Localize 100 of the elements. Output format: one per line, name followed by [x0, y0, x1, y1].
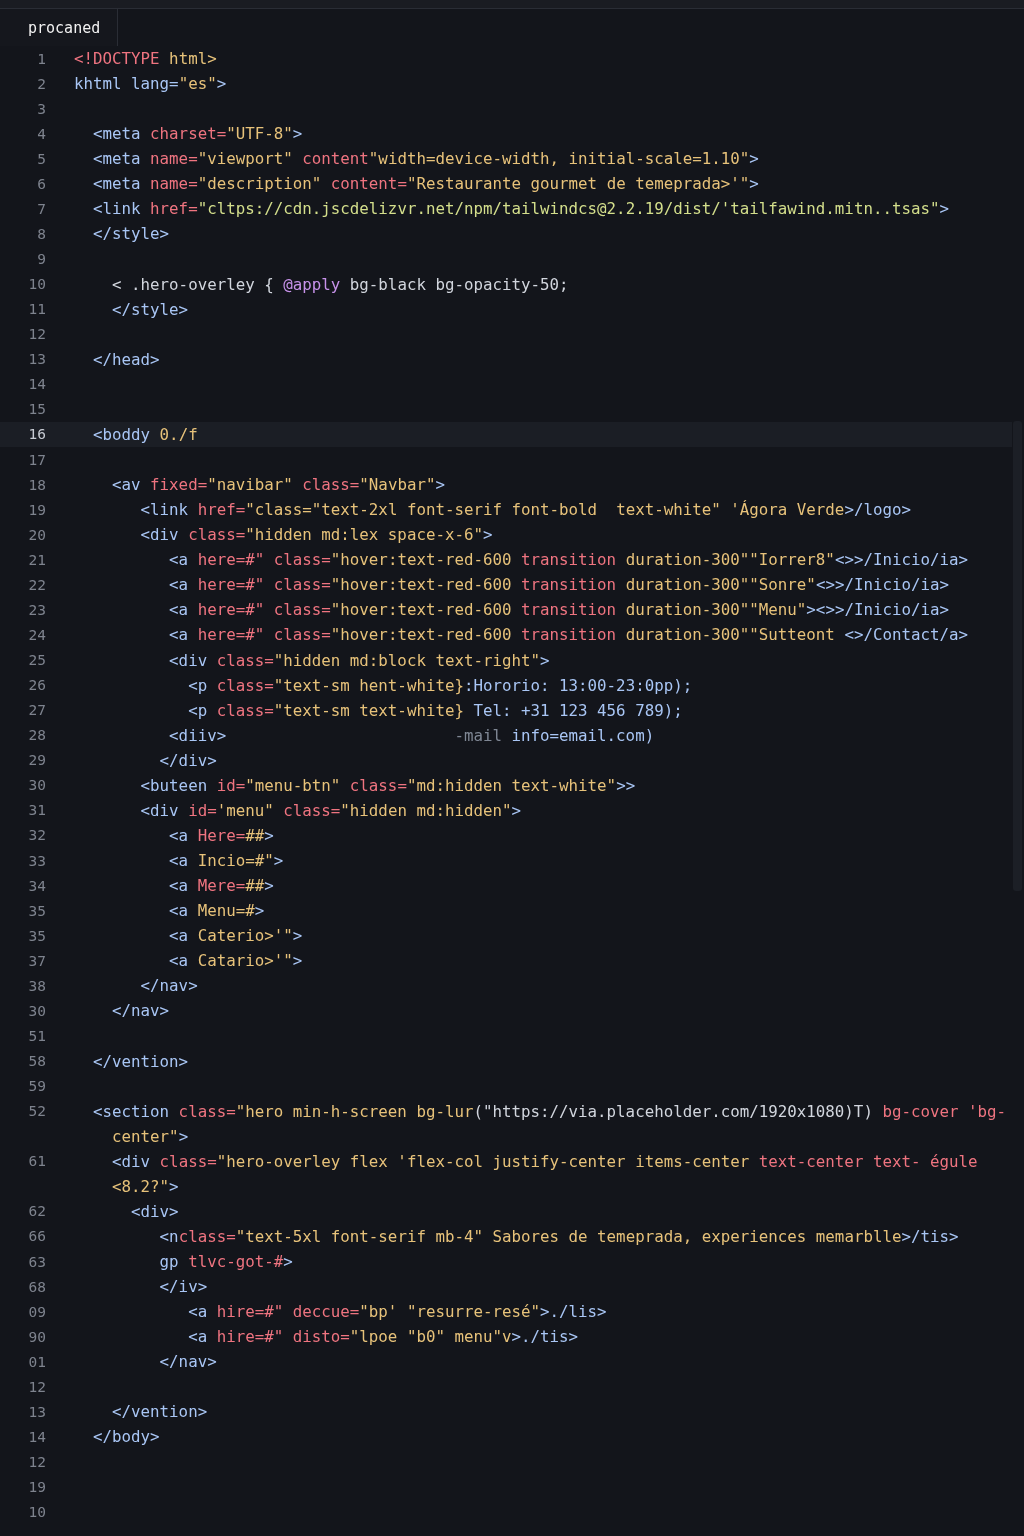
line-number: 11 — [28, 301, 46, 318]
code-line: <a hire=#" deccue="bp' "resurre-resé">./lis> — [187, 1302, 607, 1322]
code-line: <div class="hidden md:lex space-x-6"> — [139, 525, 493, 545]
line-number: 32 — [28, 827, 46, 844]
code-line: < .hero-overley { @apply bg-black bg-opacity-50; — [111, 274, 569, 294]
line-number: 16 — [28, 426, 46, 443]
line-number: 10 — [28, 276, 46, 293]
line-number: 62 — [28, 1203, 46, 1220]
line-number: 5 — [37, 150, 46, 167]
code-line: <a Mere=##> — [168, 876, 274, 896]
code-line: <meta charset="UTF-8"> — [92, 124, 303, 144]
code-line: <meta name="description" content="Restaurante gourmet de temeprada>'"> — [92, 174, 759, 194]
line-number: 90 — [28, 1328, 46, 1345]
line-number: 12 — [28, 1378, 46, 1395]
code-line: <a here=#" class="hover:text-red-600 transition duration-300""Iorrer8"<>>/Inicio/ia> — [168, 550, 969, 570]
line-number: 10 — [28, 1504, 46, 1521]
line-number: 31 — [28, 802, 46, 819]
code-line: <a Caterio>'"> — [168, 926, 303, 946]
code-line: <a Menu=#> — [168, 901, 265, 921]
code-line: </nav> — [139, 976, 198, 996]
line-number: 29 — [28, 752, 46, 769]
line-number: 30 — [28, 777, 46, 794]
line-number: 27 — [28, 702, 46, 719]
code-line: <p class="text-sm hent-white}:Hororio: 13:00-23:0pp); — [187, 675, 693, 695]
code-line: <link href="cltps://cdn.jscdelizvr.net/npm/tailwindcs@2.2.19/dist/'tailfawind.mitn..tsas"> — [92, 199, 949, 219]
code-line: <diiv> -mail info=email.com) — [168, 725, 655, 745]
line-number: 19 — [28, 1479, 46, 1496]
code-line: <a Catario>'"> — [168, 951, 303, 971]
code-line: </style> — [111, 299, 189, 319]
code-line: </vention> — [92, 1051, 189, 1071]
line-number: 35 — [28, 902, 46, 919]
code-line: </body> — [92, 1427, 160, 1447]
line-number: 13 — [28, 351, 46, 368]
line-number: 51 — [28, 1027, 46, 1044]
code-line: <a here=#" class="hover:text-red-600 transition duration-300""Sonre"<>>/Inicio/ia> — [168, 575, 950, 595]
line-number: 01 — [28, 1353, 46, 1370]
line-number: 33 — [28, 852, 46, 869]
line-number: 4 — [37, 125, 46, 142]
code-line: <8.2?"> — [111, 1176, 179, 1196]
code-line: <div class="hidden md:block text-right"> — [168, 650, 550, 670]
line-number: 21 — [28, 551, 46, 568]
line-number: 66 — [28, 1228, 46, 1245]
line-number: 8 — [37, 225, 46, 242]
line-number: 12 — [28, 1454, 46, 1471]
code-line: </iv> — [158, 1277, 208, 1297]
line-number: 61 — [28, 1153, 46, 1170]
code-line: <div> — [130, 1201, 179, 1221]
code-line: <boddy 0./f — [92, 424, 198, 444]
code-line: <a Incio=#"> — [168, 851, 284, 871]
code-line: <div id='menu" class="hidden md:hidden"> — [139, 800, 522, 820]
line-number: 24 — [28, 626, 46, 643]
code-line: <!DOCTYPE html> — [74, 49, 217, 69]
line-number: 37 — [28, 952, 46, 969]
code-line: gp tlvc-got-#> — [158, 1252, 293, 1272]
line-number: 1 — [37, 50, 46, 67]
line-number: 38 — [28, 977, 46, 994]
code-line: <section class="hero min-h-screen bg-lur("https://via.placeholder.com/1920x1080)T) bg-cover 'bg- — [92, 1101, 1007, 1121]
line-number: 13 — [28, 1403, 46, 1420]
code-line: </nav> — [158, 1352, 217, 1372]
line-number: 68 — [28, 1278, 46, 1295]
line-number: 7 — [37, 200, 46, 217]
line-number: 20 — [28, 526, 46, 543]
code-line: <a Here=##> — [168, 825, 274, 845]
line-number: 52 — [28, 1103, 46, 1120]
line-number: 12 — [28, 326, 46, 343]
line-number: 35 — [28, 927, 46, 944]
code-line: <a here=#" class="hover:text-red-600 transition duration-300""Sutteont <>/Contact/a> — [168, 625, 969, 645]
line-number: 17 — [28, 451, 46, 468]
code-line: <buteen id="menu-btn" class="md:hidden text-white">> — [139, 775, 636, 795]
line-number: 28 — [28, 727, 46, 744]
line-number: 58 — [28, 1053, 46, 1070]
code-line: <p class="text-sm text-white} Tel: +31 123 456 789); — [187, 700, 683, 720]
line-number: 9 — [37, 251, 46, 268]
line-number: 23 — [28, 601, 46, 618]
code-line: center"> — [111, 1126, 189, 1146]
code-line: <nclass="text-5xl font-serif mb-4" Sabores de temeprada, experiences memarblle>/tis> — [158, 1226, 959, 1246]
code-line: <meta name="viewport" content"width=device-width, initial-scale=1.10"> — [92, 149, 759, 169]
line-number: 30 — [28, 1002, 46, 1019]
code-line: </style> — [92, 224, 170, 244]
code-line: <link href="class="text-2xl font-serif font-bold text-white" 'Ágora Verde>/logo> — [139, 500, 911, 520]
code-line: </nav> — [111, 1001, 170, 1021]
line-number: 63 — [28, 1253, 46, 1270]
line-number: 6 — [37, 175, 46, 192]
line-number: 34 — [28, 877, 46, 894]
line-number: 3 — [37, 100, 46, 117]
line-number: 15 — [28, 401, 46, 418]
code-line: </div> — [158, 750, 217, 770]
code-line: </vention> — [111, 1402, 208, 1422]
code-line: <av fixed="navibar" class="Navbar"> — [111, 475, 445, 495]
line-number: 25 — [28, 652, 46, 669]
code-line: khtml lang="es"> — [74, 74, 227, 94]
line-number: 2 — [37, 75, 46, 92]
code-line: </head> — [92, 349, 160, 369]
code-line: <a hire=#" disto="lpoe "b0" menu"v>./tis> — [187, 1327, 579, 1347]
line-number: 22 — [28, 576, 46, 593]
code-line: <a here=#" class="hover:text-red-600 transition duration-300""Menu"><>>/Inicio/ia> — [168, 600, 950, 620]
line-number: 59 — [28, 1078, 46, 1095]
line-number: 18 — [28, 476, 46, 493]
code-line: <div class="hero-overley flex 'flex-col justify-center items-center text-center text- égule — [111, 1151, 978, 1171]
line-number: 19 — [28, 501, 46, 518]
